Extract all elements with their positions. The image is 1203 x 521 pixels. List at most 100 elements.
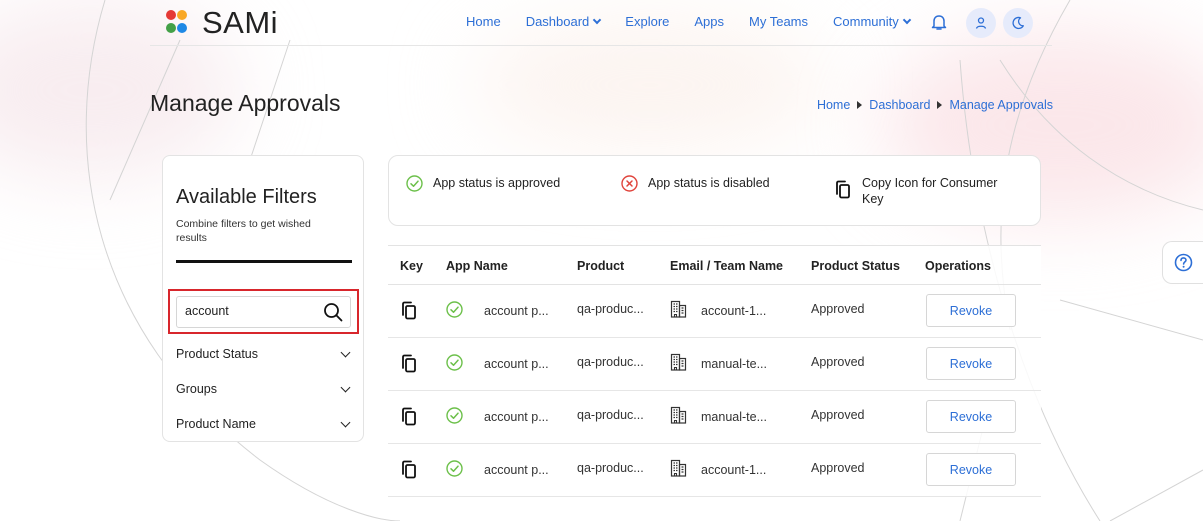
revoke-button[interactable]: Revoke <box>926 294 1016 327</box>
app-name[interactable]: account p... <box>484 357 549 371</box>
product-status: Approved <box>811 355 865 369</box>
chevron-down-icon <box>340 347 351 357</box>
filter-product-name[interactable]: Product Name <box>176 417 352 431</box>
moon-icon <box>1012 16 1024 30</box>
search-icon[interactable] <box>323 302 343 322</box>
chevron-down-icon <box>593 15 602 25</box>
legend-copy: Copy Icon for Consumer Key <box>834 175 1024 207</box>
breadcrumb-separator-icon <box>937 101 943 109</box>
page-title: Manage Approvals <box>150 90 341 116</box>
main-nav: Home Dashboard Explore Apps My Teams Com… <box>466 14 935 29</box>
filter-label: Product Status <box>176 347 258 361</box>
table-body: account p... qa-produc... account-1... A… <box>388 285 1041 497</box>
chevron-down-icon <box>340 382 351 392</box>
table-row: account p... qa-produc... manual-te... A… <box>388 391 1041 444</box>
filters-divider <box>176 260 352 263</box>
team-name: manual-te... <box>701 410 768 424</box>
product-status: Approved <box>811 302 865 316</box>
legend-approved: App status is approved <box>406 175 560 192</box>
check-circle-icon <box>406 175 423 192</box>
nav-home[interactable]: Home <box>466 14 501 29</box>
breadcrumb-home[interactable]: Home <box>817 98 850 112</box>
filter-label: Groups <box>176 382 217 396</box>
app-name[interactable]: account p... <box>484 463 549 477</box>
filter-label: Product Name <box>176 417 256 431</box>
filter-groups[interactable]: Groups <box>176 382 352 396</box>
bell-icon <box>931 15 947 30</box>
search-highlight <box>168 289 359 334</box>
copy-icon <box>402 407 416 426</box>
breadcrumb: Home Dashboard Manage Approvals <box>817 98 1053 112</box>
status-approved-icon <box>446 354 463 374</box>
top-navbar: SAMi Home Dashboard Explore Apps My Team… <box>150 0 1052 46</box>
building-icon <box>670 300 687 322</box>
theme-toggle-button[interactable] <box>1003 8 1033 38</box>
copy-icon <box>402 301 416 320</box>
table-header: Key App Name Product Email / Team Name P… <box>388 245 1041 285</box>
nav-explore[interactable]: Explore <box>625 14 669 29</box>
nav-community[interactable]: Community <box>833 14 912 29</box>
nav-dashboard[interactable]: Dashboard <box>526 14 602 29</box>
filter-product-status[interactable]: Product Status <box>176 347 352 361</box>
breadcrumb-current: Manage Approvals <box>949 98 1053 112</box>
product-status: Approved <box>811 461 865 475</box>
team-name: account-1... <box>701 304 767 318</box>
filters-panel: Available Filters Combine filters to get… <box>162 155 364 442</box>
column-product: Product <box>577 259 625 273</box>
chevron-down-icon <box>902 15 912 25</box>
revoke-button[interactable]: Revoke <box>926 453 1016 486</box>
table-row: account p... qa-produc... account-1... A… <box>388 444 1041 497</box>
copy-icon <box>402 354 416 373</box>
chevron-down-icon <box>340 417 351 427</box>
team-name: manual-te... <box>701 357 768 371</box>
nav-apps[interactable]: Apps <box>694 14 724 29</box>
product-name: qa-produc... <box>577 355 644 369</box>
breadcrumb-dashboard[interactable]: Dashboard <box>869 98 930 112</box>
status-approved-icon <box>446 407 463 427</box>
table-row: account p... qa-produc... manual-te... A… <box>388 338 1041 391</box>
app-name[interactable]: account p... <box>484 304 549 318</box>
legend-disabled: App status is disabled <box>621 175 770 192</box>
user-profile-button[interactable] <box>966 8 996 38</box>
product-name: qa-produc... <box>577 302 644 316</box>
approvals-table: Key App Name Product Email / Team Name P… <box>388 245 1041 497</box>
column-email-team: Email / Team Name <box>670 259 784 273</box>
app-name[interactable]: account p... <box>484 410 549 424</box>
logo[interactable]: SAMi <box>166 7 278 39</box>
help-icon <box>1174 253 1192 272</box>
table-row: account p... qa-produc... account-1... A… <box>388 285 1041 338</box>
search-field <box>176 296 351 328</box>
logo-text: SAMi <box>202 5 279 40</box>
product-name: qa-produc... <box>577 408 644 422</box>
filters-title: Available Filters <box>176 186 317 208</box>
revoke-button[interactable]: Revoke <box>926 400 1016 433</box>
revoke-button[interactable]: Revoke <box>926 347 1016 380</box>
help-button[interactable] <box>1162 241 1203 284</box>
check-circle-icon <box>446 460 463 477</box>
copy-key-button[interactable] <box>400 354 418 377</box>
nav-my-teams[interactable]: My Teams <box>749 14 808 29</box>
copy-key-button[interactable] <box>400 460 418 483</box>
product-status: Approved <box>811 408 865 422</box>
building-icon <box>670 459 687 481</box>
check-circle-icon <box>446 407 463 424</box>
column-key: Key <box>400 259 423 273</box>
user-icon <box>975 17 987 29</box>
search-input[interactable] <box>185 304 315 318</box>
breadcrumb-separator-icon <box>857 101 863 109</box>
notifications-button[interactable] <box>931 13 947 36</box>
column-app-name: App Name <box>446 259 508 273</box>
copy-key-button[interactable] <box>400 301 418 324</box>
building-icon <box>670 406 687 428</box>
logo-mark-icon <box>166 9 188 37</box>
column-product-status: Product Status <box>811 259 900 273</box>
status-approved-icon <box>446 460 463 480</box>
column-operations: Operations <box>925 259 991 273</box>
copy-key-button[interactable] <box>400 407 418 430</box>
x-circle-icon <box>621 175 638 192</box>
check-circle-icon <box>446 354 463 371</box>
check-circle-icon <box>446 301 463 318</box>
copy-icon <box>836 180 850 199</box>
filters-subtitle: Combine filters to get wished results <box>176 218 311 244</box>
product-name: qa-produc... <box>577 461 644 475</box>
